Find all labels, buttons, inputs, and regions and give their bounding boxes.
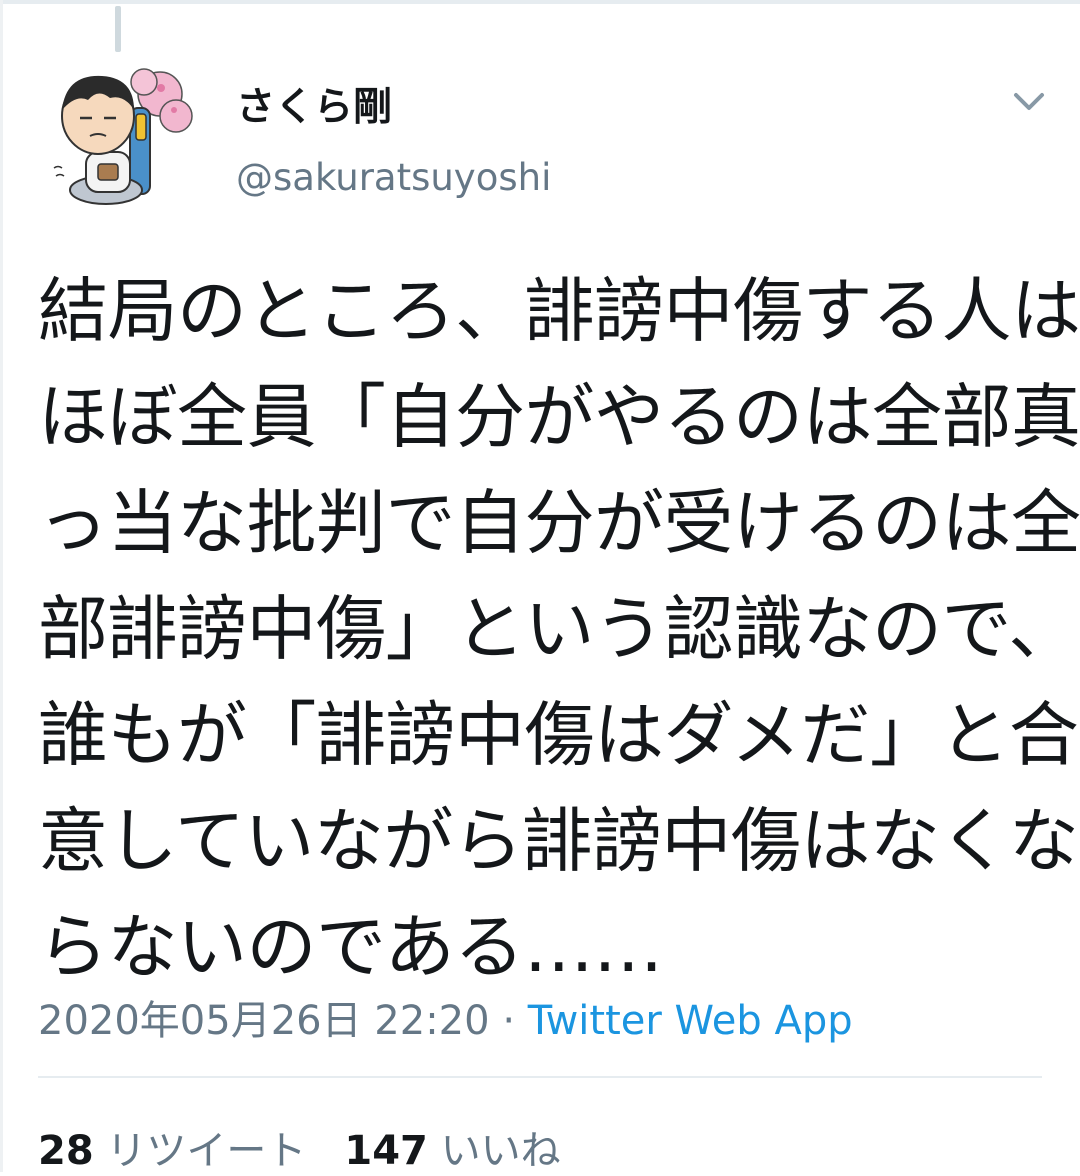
chevron-down-icon[interactable] bbox=[1006, 78, 1052, 124]
tweet-text-line: ほぼ全員「自分がやるのは全部真 bbox=[38, 376, 1080, 458]
tweet-stats: 28 リツイート 147 いいね bbox=[38, 1118, 561, 1176]
divider bbox=[38, 1076, 1042, 1078]
tweet-text-line: らないのである…… bbox=[38, 906, 663, 988]
tweet-text-line: っ当な批判で自分が受けるのは全 bbox=[38, 482, 1080, 564]
user-handle[interactable]: @sakuratsuyoshi bbox=[236, 156, 551, 199]
tweet-text-line: 結局のところ、誹謗中傷する人は bbox=[38, 270, 1080, 352]
tweet-text: 結局のところ、誹謗中傷する人は ほぼ全員「自分がやるのは全部真 っ当な批判で自分… bbox=[38, 258, 1080, 1000]
tweet-text-line: 部誹謗中傷」という認識なので、 bbox=[38, 588, 1078, 670]
timestamp[interactable]: 2020年05月26日 22:20 bbox=[38, 998, 490, 1044]
retweet-label: リツイート bbox=[106, 1128, 307, 1174]
meta-separator: · bbox=[502, 998, 516, 1044]
tweet-text-line: 誰もが「誹謗中傷はダメだ」と合 bbox=[38, 694, 1079, 776]
tweet-meta: 2020年05月26日 22:20 · Twitter Web App bbox=[38, 988, 853, 1046]
retweet-count: 28 bbox=[38, 1128, 94, 1174]
likes-stat[interactable]: 147 いいね bbox=[344, 1128, 560, 1174]
tweet-text-line: 意していながら誹謗中傷はなくな bbox=[38, 800, 1079, 882]
top-border bbox=[0, 0, 1080, 4]
like-label: いいね bbox=[440, 1128, 561, 1174]
left-border bbox=[0, 0, 3, 1172]
avatar-illustration bbox=[53, 68, 193, 205]
source-link[interactable]: Twitter Web App bbox=[528, 998, 853, 1044]
thread-line bbox=[115, 6, 121, 52]
like-count: 147 bbox=[344, 1128, 428, 1174]
avatar[interactable] bbox=[48, 64, 194, 210]
retweets-stat[interactable]: 28 リツイート bbox=[38, 1128, 306, 1174]
display-name[interactable]: さくら剛 bbox=[236, 76, 392, 132]
